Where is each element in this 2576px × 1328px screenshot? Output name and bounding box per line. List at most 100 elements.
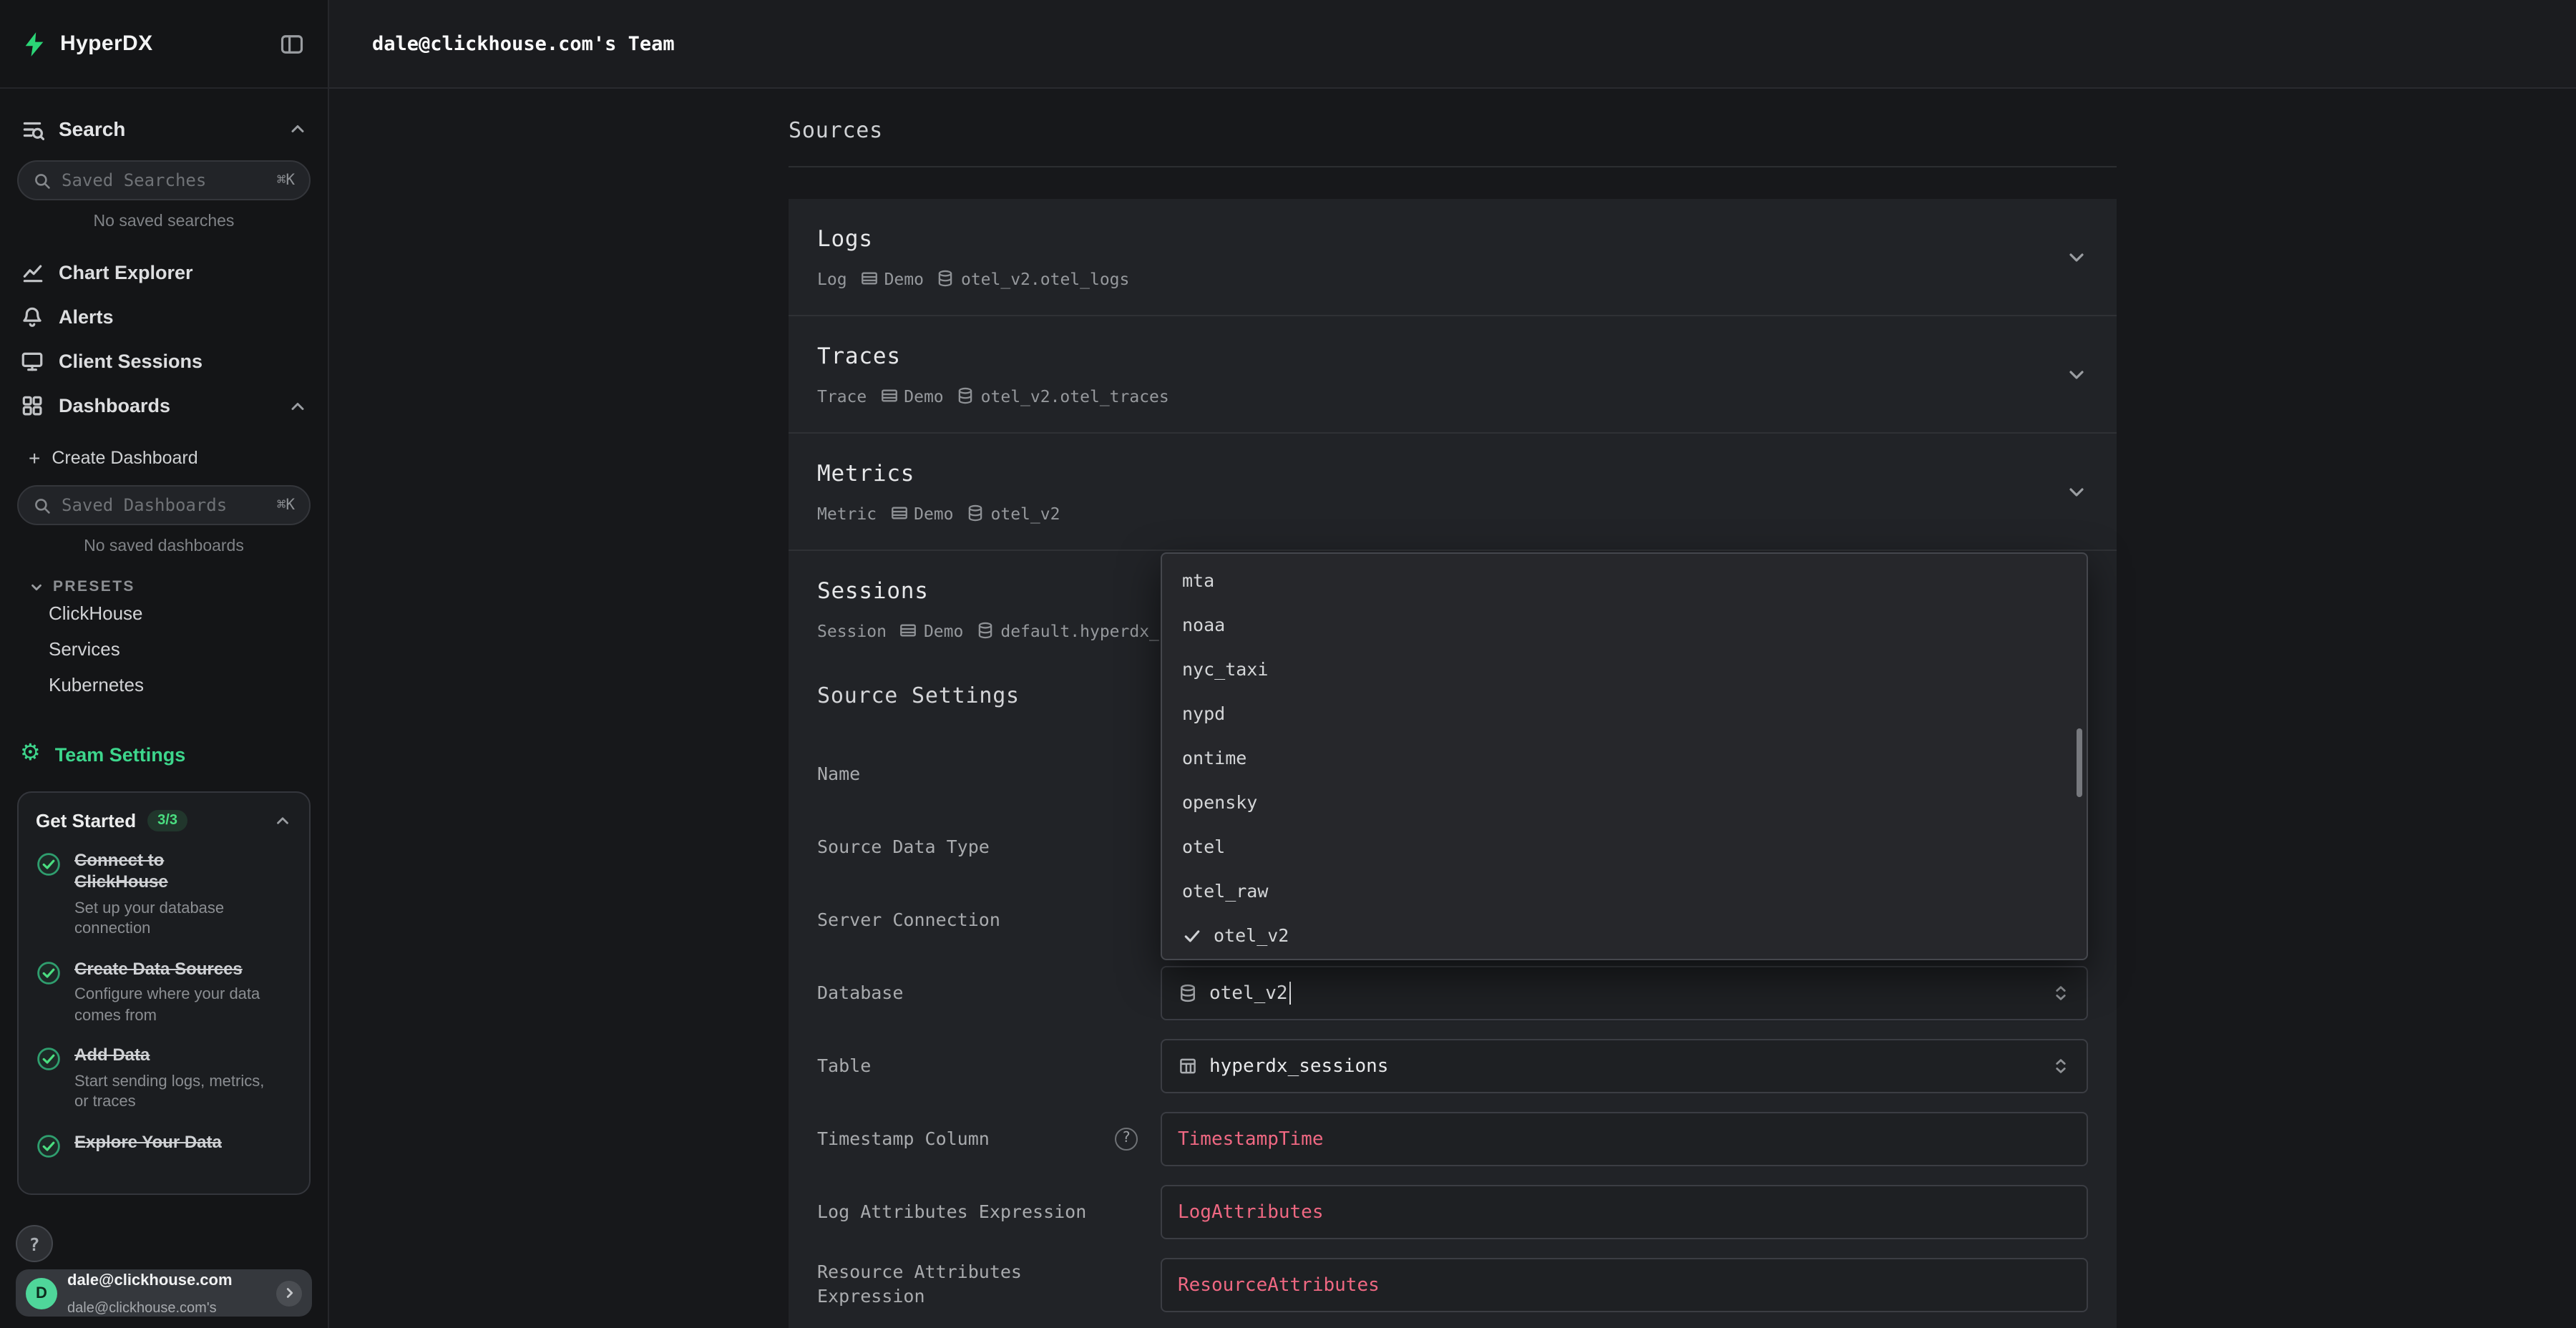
shortcut-badge: ⌘K [277,172,295,189]
dropdown-option-nypd[interactable]: nypd [1162,691,2087,736]
plus-icon: + [29,448,40,468]
preset-label: ClickHouse [49,602,143,624]
table-name: otel_v2 [991,503,1060,523]
sidebar-item-client-sessions[interactable]: Client Sessions [0,339,328,384]
option-label: ontime [1182,747,1246,768]
chevron-up-icon[interactable] [273,811,292,830]
chevron-up-icon[interactable] [288,119,308,139]
dropdown-scrollbar-thumb[interactable] [2077,728,2082,797]
checklist-item-title: Explore Your Data [74,1131,222,1153]
database-select[interactable]: otel_v2 [1161,966,2088,1020]
checklist-item-explore[interactable]: Explore Your Data [36,1131,292,1158]
preset-item-services[interactable]: Services [0,631,328,667]
help-button[interactable]: ? [16,1225,53,1262]
help-circle-icon[interactable]: ? [1115,1128,1138,1151]
resource-attributes-value: ResourceAttributes [1178,1274,1380,1296]
source-card-meta: Log Demo otel_v2.otel_logs [817,268,2045,289]
source-card-title: Logs [817,225,2045,253]
caret-sort-icon[interactable] [2051,1056,2071,1076]
search-icon [33,171,52,190]
log-attributes-input[interactable]: LogAttributes [1161,1185,2088,1239]
create-dashboard-button[interactable]: + Create Dashboard [0,439,328,477]
sidebar-section-search[interactable]: Search [0,106,328,152]
chart-line-icon [20,260,44,285]
page-header-title: dale@clickhouse.com's Team [372,32,675,55]
dropdown-option-nyc-taxi[interactable]: nyc_taxi [1162,647,2087,691]
dropdown-option-opensky[interactable]: opensky [1162,780,2087,824]
source-data-type-label: Source Data Type [817,835,990,859]
timestamp-column-input[interactable]: TimestampTime [1161,1112,2088,1166]
table-name: otel_v2.otel_traces [981,386,1169,406]
log-attributes-label: Log Attributes Expression [817,1200,1086,1224]
shortcut-badge: ⌘K [277,497,295,514]
dropdown-option-mta[interactable]: mta [1162,558,2087,602]
caret-sort-icon[interactable] [2051,983,2071,1003]
sidebar: HyperDX Search Saved Searches ⌘K No save… [0,0,329,1328]
database-icon [967,504,985,522]
connection-name: Demo [884,268,924,288]
checklist-item-sources[interactable]: Create Data Sources Configure where your… [36,959,292,1027]
check-circle-icon [36,851,62,877]
preset-item-kubernetes[interactable]: Kubernetes [0,667,328,703]
table-value: hyperdx_sessions [1209,1055,1388,1077]
team-settings-button[interactable]: ⚙ Team Settings [0,743,328,766]
sidebar-item-label: Alerts [59,306,308,328]
form-row-resource-attributes: Resource Attributes Expression ResourceA… [817,1258,2088,1312]
gear-icon: ⚙ [20,743,41,766]
get-started-header[interactable]: Get Started 3/3 [36,810,292,831]
database-icon [937,269,955,288]
form-row-database: Database otel_v2 [817,966,2088,1020]
option-label: otel_raw [1182,880,1268,902]
dropdown-option-otel[interactable]: otel [1162,824,2087,869]
team-settings-label: Team Settings [55,743,186,765]
sidebar-item-dashboards[interactable]: Dashboards [0,384,328,428]
source-card-header[interactable]: Logs Log Demo otel_v2.otel_logs [817,225,2088,289]
saved-searches-input[interactable]: Saved Searches ⌘K [17,160,311,200]
table-select[interactable]: hyperdx_sessions [1161,1039,2088,1093]
database-value: otel_v2 [1209,982,1288,1004]
preset-item-clickhouse[interactable]: ClickHouse [0,595,328,631]
checklist-item-connect[interactable]: Connect to ClickHouse Set up your databa… [36,850,292,940]
preset-label: Kubernetes [49,674,144,695]
checklist-item-add-data[interactable]: Add Data Start sending logs, metrics, or… [36,1045,292,1113]
checklist-item-title: Create Data Sources [74,959,275,981]
resource-attributes-input[interactable]: ResourceAttributes [1161,1258,2088,1312]
sidebar-item-chart-explorer[interactable]: Chart Explorer [0,250,328,295]
saved-dashboards-input[interactable]: Saved Dashboards ⌘K [17,485,311,525]
source-card-title: Metrics [817,459,2045,488]
chevron-down-icon[interactable] [2065,245,2088,268]
source-card-header[interactable]: Metrics Metric Demo otel_v2 [817,459,2088,524]
divider [789,166,2117,167]
database-icon [1178,983,1198,1003]
dropdown-option-otel-raw[interactable]: otel_raw [1162,869,2087,913]
chevron-right-icon [276,1280,302,1306]
dropdown-option-otel-v2-selected[interactable]: otel_v2 [1162,913,2087,957]
table-icon [1178,1056,1198,1076]
logo-row: HyperDX [0,0,328,89]
source-card-header[interactable]: Traces Trace Demo otel_v2.otel_traces [817,342,2088,406]
chevron-down-icon[interactable] [2065,480,2088,503]
dropdown-option-ontime[interactable]: ontime [1162,736,2087,780]
chevron-down-icon[interactable] [2065,363,2088,386]
presets-section-header[interactable]: PRESETS [0,578,328,595]
bell-icon [20,305,44,329]
user-menu[interactable]: D dale@clickhouse.com dale@clickhouse.co… [16,1269,312,1317]
checklist-item-title: Add Data [74,1045,275,1067]
user-name: dale@clickhouse.com [67,1272,233,1289]
chevron-up-icon[interactable] [288,396,308,416]
user-org: dale@clickhouse.com's [67,1300,217,1316]
sources-title: Sources [789,117,2117,143]
no-saved-searches-note: No saved searches [0,213,328,230]
app-window: HyperDX Search Saved Searches ⌘K No save… [0,0,2576,1328]
option-label: mta [1182,570,1214,591]
table-name: otel_v2.otel_logs [961,268,1129,288]
saved-dashboards-placeholder: Saved Dashboards [62,495,267,515]
text-cursor [1289,982,1292,1005]
topbar: dale@clickhouse.com's Team [329,0,2576,89]
sidebar-item-alerts[interactable]: Alerts [0,295,328,339]
dropdown-option-noaa[interactable]: noaa [1162,602,2087,647]
sidebar-collapse-icon[interactable] [276,28,308,59]
checklist-item-subtitle: Set up your database connection [74,898,275,939]
checklist-item-subtitle: Start sending logs, metrics, or traces [74,1071,275,1113]
avatar: D [26,1277,57,1309]
